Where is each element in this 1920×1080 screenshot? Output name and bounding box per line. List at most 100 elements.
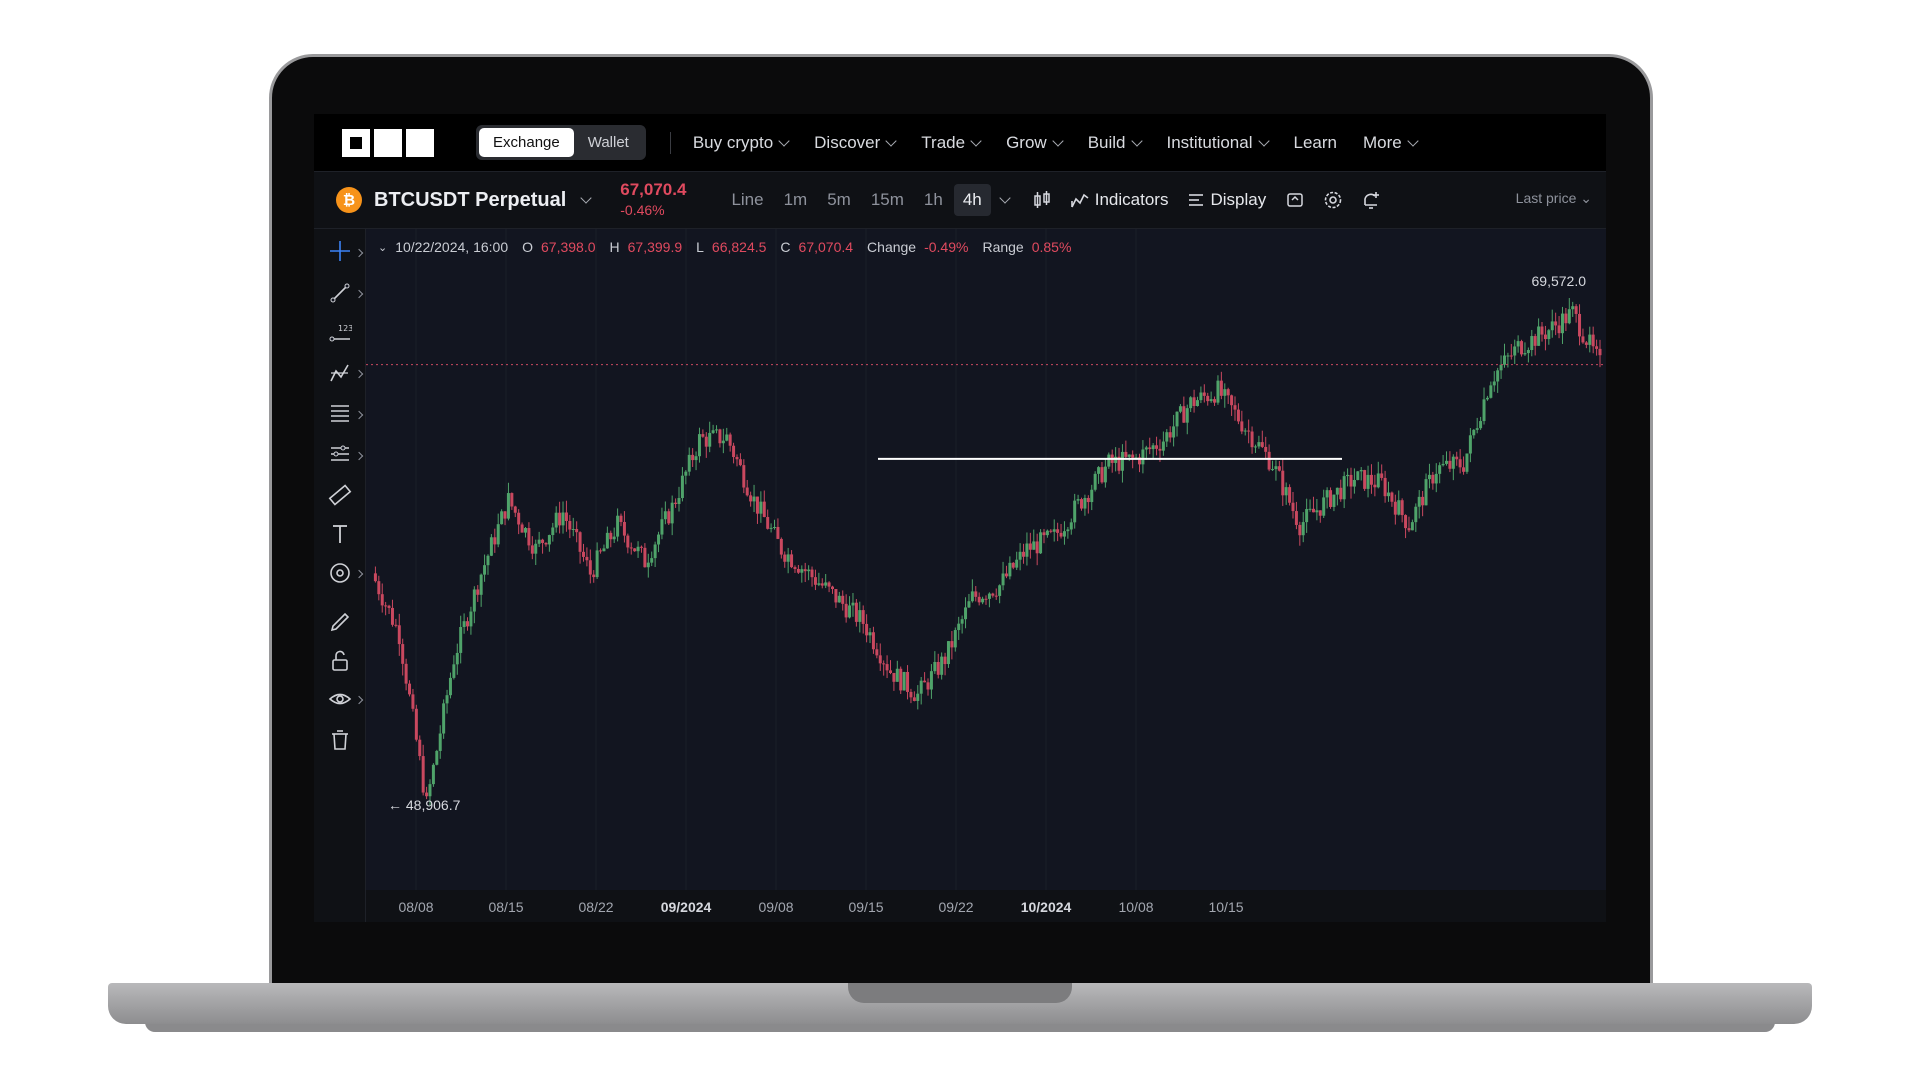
- candle-body: [998, 585, 1002, 596]
- chevron-down-icon[interactable]: [999, 192, 1011, 204]
- nav-institutional[interactable]: Institutional: [1167, 133, 1270, 153]
- instrument-symbol[interactable]: BTCUSDT Perpetual: [374, 189, 566, 212]
- chevron-right-icon[interactable]: [354, 410, 364, 420]
- exchange-toggle[interactable]: Exchange: [479, 128, 574, 157]
- nav-learn[interactable]: Learn: [1294, 133, 1337, 153]
- chevron-down-icon[interactable]: [580, 192, 592, 204]
- add-alert-bell-icon[interactable]: [1360, 189, 1382, 211]
- candle-body: [1315, 510, 1319, 513]
- candle-body: [1035, 541, 1039, 554]
- candle-body: [1199, 392, 1203, 401]
- candle-body: [411, 694, 415, 709]
- timeframe-line[interactable]: Line: [722, 184, 772, 216]
- candle-body: [1069, 522, 1073, 530]
- candle-body: [1387, 492, 1391, 497]
- candle-body: [1383, 477, 1387, 497]
- candle-body: [1086, 497, 1090, 503]
- candle-body: [1107, 454, 1111, 467]
- chevron-right-icon[interactable]: [354, 695, 364, 705]
- candle-body: [1485, 397, 1489, 400]
- crosshair-icon[interactable]: [328, 239, 352, 263]
- candle-body: [957, 623, 961, 631]
- unlock-icon[interactable]: [328, 649, 352, 673]
- candle-body: [1516, 341, 1520, 347]
- candle-body: [387, 605, 391, 608]
- candle-body: [1547, 330, 1551, 340]
- chart-canvas[interactable]: [366, 229, 1606, 890]
- candle-body: [1574, 306, 1578, 314]
- candle-body: [1120, 451, 1124, 471]
- candle-body: [786, 554, 790, 562]
- timeframe-1h[interactable]: 1h: [915, 184, 952, 216]
- candle-body: [1004, 573, 1008, 577]
- candle-body: [639, 546, 643, 548]
- candle-body: [646, 562, 650, 568]
- chevron-right-icon[interactable]: [354, 369, 364, 379]
- candle-body: [551, 527, 555, 536]
- timeframe-4h[interactable]: 4h: [953, 184, 991, 216]
- candle-body: [1325, 490, 1329, 498]
- candle-body: [418, 739, 422, 757]
- nav-build[interactable]: Build: [1088, 133, 1143, 153]
- candle-body: [1526, 350, 1530, 354]
- text-tool-icon[interactable]: [328, 522, 352, 546]
- indicators-icon: [1070, 193, 1089, 208]
- candle-body: [1489, 385, 1493, 398]
- candle-body: [882, 663, 886, 665]
- candle-body: [534, 543, 538, 554]
- candle-body: [1144, 447, 1148, 450]
- price-chart[interactable]: ⌄ 10/22/2024, 16:00 O 67,398.0 H 67,399.9 …: [366, 229, 1606, 922]
- adjust-sliders-icon[interactable]: [328, 442, 352, 466]
- candle-body: [442, 703, 446, 734]
- pattern-icon[interactable]: [328, 361, 352, 385]
- nav-trade[interactable]: Trade: [921, 133, 982, 153]
- indicators-button[interactable]: Indicators: [1070, 190, 1168, 210]
- timeframe-1m[interactable]: 1m: [775, 184, 817, 216]
- candle-body: [1243, 430, 1247, 432]
- candle-body: [1189, 397, 1193, 409]
- candle-body: [960, 619, 964, 624]
- candle-body: [629, 547, 633, 549]
- timeframe-15m[interactable]: 15m: [862, 184, 913, 216]
- icon-shape-icon[interactable]: [328, 561, 352, 585]
- price-type-select[interactable]: Last price ⌄: [1516, 190, 1592, 207]
- trash-icon[interactable]: [328, 728, 352, 752]
- chevron-down-icon[interactable]: ⌄: [378, 241, 387, 254]
- nav-buy-crypto[interactable]: Buy crypto: [693, 133, 790, 153]
- candle-body: [1291, 502, 1295, 512]
- candle-body: [537, 539, 541, 544]
- okx-logo[interactable]: [342, 127, 442, 159]
- settings-gear-icon[interactable]: [1322, 189, 1344, 211]
- candle-body: [1298, 524, 1302, 536]
- candle-type-icon[interactable]: [1031, 189, 1053, 211]
- price-label-icon[interactable]: 123: [328, 321, 352, 345]
- trend-line-icon[interactable]: [328, 281, 352, 305]
- timeframe-5m[interactable]: 5m: [818, 184, 860, 216]
- candle-body: [1560, 313, 1564, 334]
- chevron-right-icon[interactable]: [354, 248, 364, 258]
- nav-grow[interactable]: Grow: [1006, 133, 1064, 153]
- candle-body: [1410, 522, 1414, 531]
- time-axis[interactable]: 08/08 08/15 08/22 09/2024 09/08 09/15 09/22 10/…: [366, 890, 1606, 922]
- chevron-right-icon[interactable]: [354, 289, 364, 299]
- candle-body: [854, 602, 858, 622]
- candle-body: [1083, 497, 1087, 509]
- candle-body: [793, 567, 797, 569]
- logo-block: [342, 128, 370, 157]
- brush-icon[interactable]: [328, 610, 352, 634]
- fibonacci-icon[interactable]: [328, 401, 352, 425]
- display-button[interactable]: Display: [1188, 190, 1266, 210]
- candle-body: [1335, 487, 1339, 495]
- chevron-right-icon[interactable]: [354, 569, 364, 579]
- ruler-icon[interactable]: [328, 483, 352, 507]
- eye-icon[interactable]: [328, 687, 352, 711]
- candle-body: [459, 626, 463, 653]
- svg-text:123: 123: [338, 324, 352, 333]
- candle-body: [1226, 389, 1230, 396]
- candle-body: [967, 601, 971, 608]
- wallet-toggle[interactable]: Wallet: [574, 128, 643, 157]
- nav-discover[interactable]: Discover: [814, 133, 897, 153]
- nav-more[interactable]: More: [1363, 133, 1419, 153]
- chevron-right-icon[interactable]: [354, 451, 364, 461]
- replay-icon[interactable]: [1284, 189, 1306, 211]
